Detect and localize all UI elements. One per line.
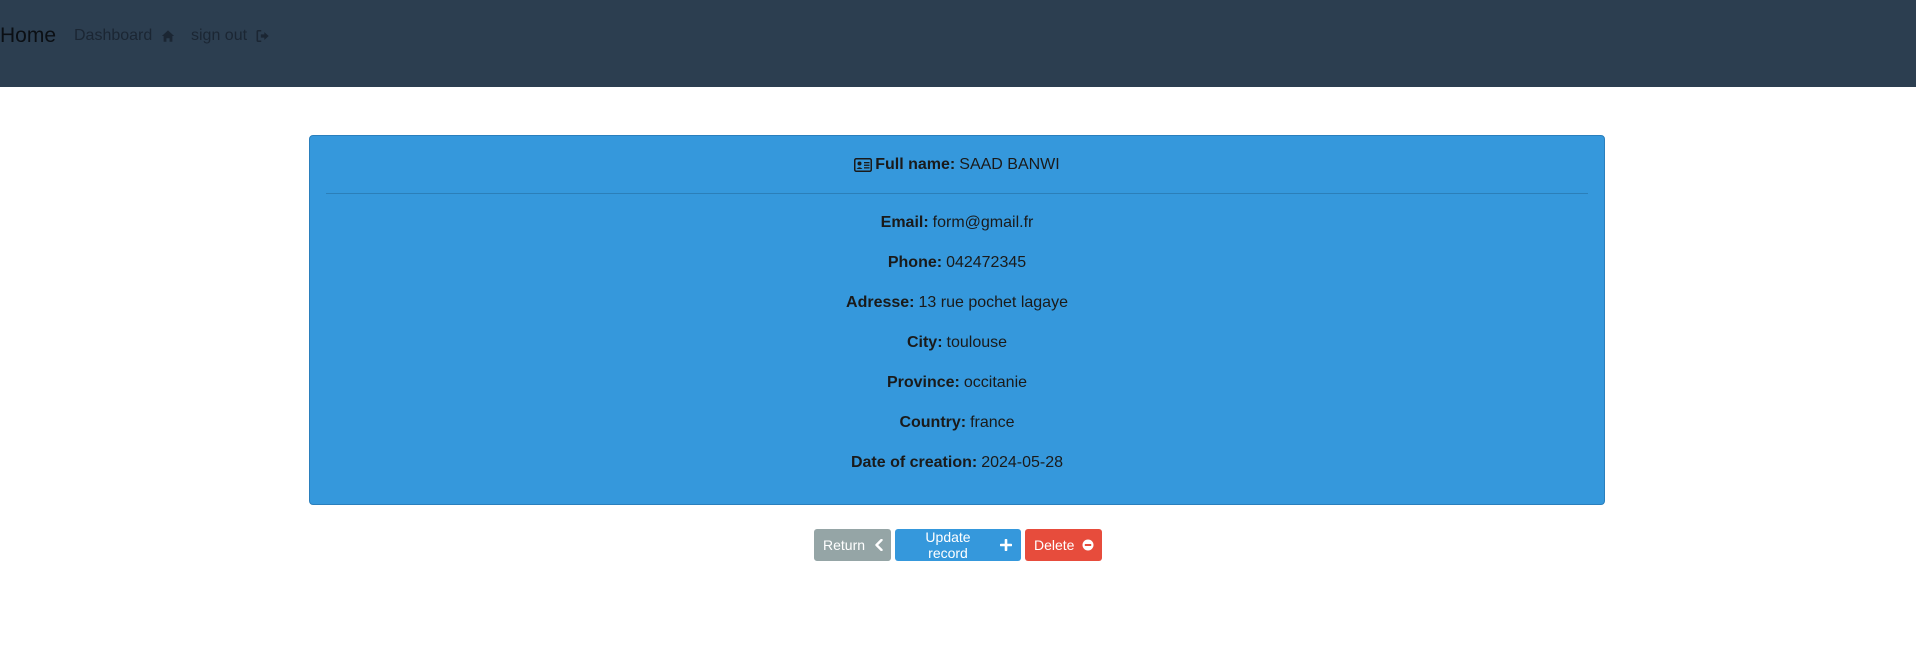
- phone-value: 042472345: [946, 254, 1027, 271]
- address-label: Adresse:: [846, 294, 915, 311]
- plus-icon: [1000, 539, 1012, 551]
- email-row: Email: form@gmail.fr: [310, 213, 1604, 233]
- home-link[interactable]: Home: [0, 23, 56, 49]
- nav-dashboard-label: Dashboard: [74, 27, 153, 44]
- update-record-button[interactable]: Update record: [895, 529, 1021, 561]
- nav-dashboard-link[interactable]: Dashboard: [74, 26, 175, 46]
- creation-date-value: 2024-05-28: [981, 454, 1064, 471]
- fullname-value: SAAD BANWI: [959, 155, 1060, 173]
- minus-circle-icon: [1082, 539, 1094, 551]
- nav-signout-link[interactable]: sign out: [191, 26, 270, 46]
- province-row: Province: occitanie: [310, 373, 1604, 393]
- province-value: occitanie: [963, 374, 1028, 391]
- fullname-label: Full name:: [875, 155, 956, 173]
- city-row: City: toulouse: [310, 333, 1604, 353]
- update-record-label: Update record: [925, 529, 971, 561]
- return-button[interactable]: Return: [814, 529, 891, 561]
- id-card-icon: [854, 157, 873, 172]
- nav-signout-label: sign out: [191, 27, 248, 44]
- chevron-left-icon: [873, 539, 885, 551]
- home-icon: [161, 29, 175, 43]
- sign-out-icon: [256, 29, 270, 43]
- email-value: form@gmail.fr: [932, 214, 1034, 231]
- top-navbar: Home Dashboard sign out: [0, 0, 1916, 87]
- city-value: toulouse: [946, 334, 1008, 351]
- province-label: Province:: [886, 374, 960, 391]
- country-row: Country: france: [310, 413, 1604, 433]
- delete-label: Delete: [1034, 537, 1075, 553]
- address-row: Adresse: 13 rue pochet lagaye: [310, 293, 1604, 313]
- email-label: Email:: [880, 214, 929, 231]
- country-label: Country:: [899, 414, 967, 431]
- phone-row: Phone: 042472345: [310, 253, 1604, 273]
- city-label: City:: [906, 334, 943, 351]
- delete-button[interactable]: Delete: [1025, 529, 1102, 561]
- record-card-header: Full name: SAAD BANWI: [326, 136, 1588, 194]
- creation-date-row: Date of creation: 2024-05-28: [310, 453, 1604, 473]
- address-value: 13 rue pochet lagaye: [918, 294, 1068, 311]
- record-card: Full name: SAAD BANWI Email: form@gmail.f…: [309, 135, 1605, 505]
- record-actions: Return Update record Delete: [814, 529, 1102, 561]
- creation-date-label: Date of creation:: [850, 454, 978, 471]
- country-value: france: [970, 414, 1015, 431]
- return-label: Return: [823, 537, 866, 553]
- phone-label: Phone:: [887, 254, 943, 271]
